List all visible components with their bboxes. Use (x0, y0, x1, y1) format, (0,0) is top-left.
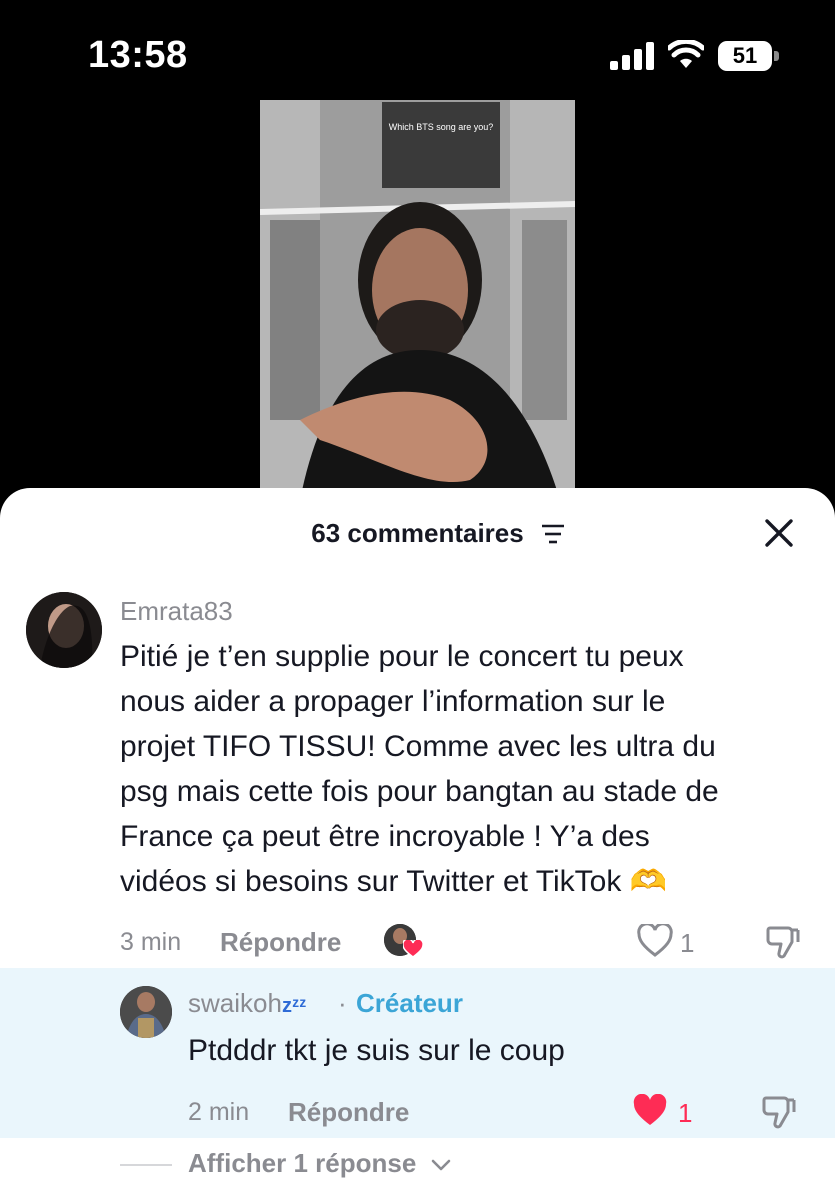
heart-icon[interactable] (637, 924, 673, 958)
reply-item: swaikohzᶻᶻ · Créateur Ptdddr tkt je suis… (0, 968, 835, 1138)
reply-time: 2 min (188, 1098, 250, 1126)
battery-level: 51 (732, 43, 758, 68)
signal-icon (610, 42, 654, 70)
comment-text-line: France ça peut être incroyable ! Y’a des (120, 820, 650, 853)
comment-text-line: projet TIFO TISSU! Comme avec les ultra … (120, 730, 716, 763)
like-count: 1 (678, 1098, 693, 1128)
comment-text-line: Pitié je t’en supplie pour le concert tu… (120, 640, 684, 673)
dislike-icon[interactable] (764, 922, 802, 960)
comment-text: Pitié je t’en supplie pour le concert tu… (120, 634, 820, 904)
status-time: 13:58 (88, 34, 188, 76)
video-sticker-text: Which BTS song are you? (388, 122, 494, 132)
reply-username[interactable]: swaikohzᶻᶻ (188, 988, 306, 1019)
reply-button[interactable]: Répondre (288, 1097, 409, 1128)
avatar[interactable] (26, 592, 102, 668)
reply-text: Ptdddr tkt je suis sur le coup (188, 1034, 565, 1067)
comments-sheet: 63 commentaires Emrata83 Pitié je t’en s… (0, 488, 835, 1200)
comment-text-line: vidéos si besoins sur Twitter et TikTok … (120, 865, 668, 898)
video-player[interactable]: Which BTS song are you? (260, 100, 575, 500)
status-bar: 13:58 51 (0, 0, 835, 100)
divider-line (120, 1164, 172, 1166)
video-sticker: Which BTS song are you? (382, 102, 500, 188)
creator-badge: Créateur (356, 988, 463, 1018)
separator-dot: · (338, 988, 347, 1018)
heart-icon-filled[interactable] (632, 1094, 668, 1128)
battery-icon: 51 (718, 41, 780, 71)
reply-button[interactable]: Répondre (220, 927, 341, 958)
reply-username-suffix: zᶻᶻ (281, 995, 307, 1017)
comment-text-line: psg mais cette fois pour bangtan au stad… (120, 775, 719, 808)
comment-username[interactable]: Emrata83 (120, 596, 233, 627)
dislike-icon[interactable] (760, 1092, 798, 1130)
reply-username-text: swaikoh (188, 988, 282, 1018)
comment-time: 3 min (120, 928, 182, 956)
wifi-icon (668, 40, 704, 68)
creator-heart-icon (403, 940, 423, 958)
show-replies-button[interactable]: Afficher 1 réponse (188, 1148, 416, 1179)
comment-text-line: nous aider a propager l’information sur … (120, 685, 666, 718)
chevron-down-icon[interactable] (430, 1156, 452, 1174)
avatar[interactable] (120, 986, 172, 1038)
like-count: 1 (680, 928, 695, 958)
comment-item: Emrata83 Pitié je t’en supplie pour le c… (0, 488, 835, 968)
